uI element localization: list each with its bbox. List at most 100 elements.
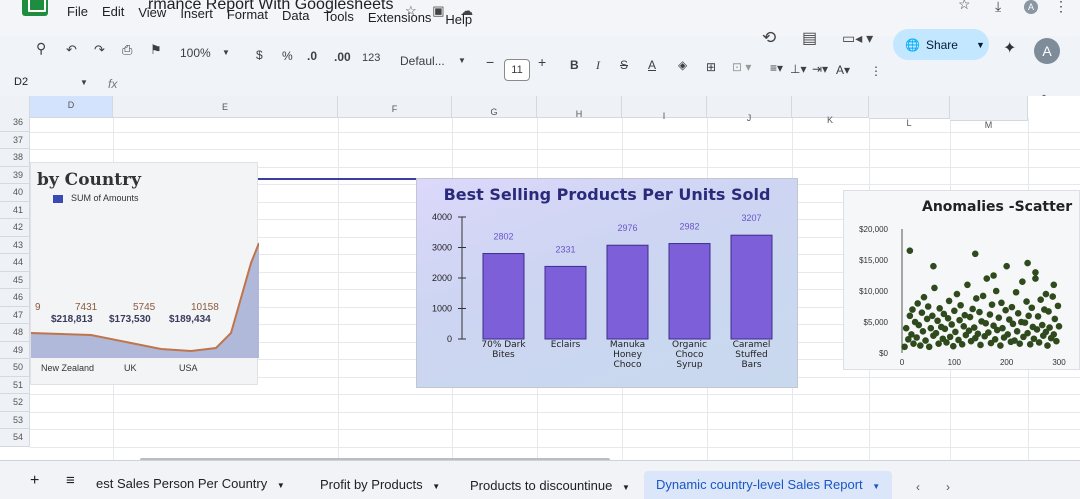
row-header-38[interactable]: 38 <box>0 149 30 167</box>
share-button[interactable]: 🌐 Share ▼ <box>893 29 989 60</box>
menu-data[interactable]: Data <box>275 8 316 23</box>
row-header-54[interactable]: 54 <box>0 429 30 447</box>
account-avatar[interactable]: A <box>1034 38 1060 64</box>
country-count-label: 9 <box>35 302 41 313</box>
menu-help[interactable]: Help <box>438 12 479 27</box>
menu-edit[interactable]: Edit <box>95 4 131 19</box>
font-size-increase-button[interactable]: + <box>538 54 546 70</box>
row-header-47[interactable]: 47 <box>0 306 30 324</box>
menu-format[interactable]: Format <box>220 7 275 22</box>
row-header-39[interactable]: 39 <box>0 166 30 184</box>
column-header-G[interactable]: G <box>452 96 537 118</box>
font-select[interactable]: Defaul... <box>400 54 445 68</box>
column-header-E[interactable]: E <box>113 96 338 118</box>
star-icon[interactable]: ☆ <box>958 0 971 13</box>
tab-caret-icon[interactable]: ▼ <box>622 483 630 492</box>
column-header-D[interactable]: D <box>30 96 113 118</box>
column-header-J[interactable]: J <box>707 96 792 123</box>
gemini-sparkle-icon[interactable]: ✦ <box>1003 38 1016 58</box>
decrease-decimal-button[interactable]: .0 <box>307 49 317 63</box>
zoom-caret-icon[interactable]: ▼ <box>222 48 230 57</box>
anomalies-scatter-chart[interactable]: Anomalies -Scatter $0 $5,000 $10,000 $15,00… <box>843 190 1080 370</box>
bold-button[interactable]: B <box>570 58 579 72</box>
column-header-K[interactable]: K <box>792 96 869 125</box>
row-header-46[interactable]: 46 <box>0 289 30 307</box>
menu-tools[interactable]: Tools <box>316 9 360 24</box>
download-icon[interactable]: ⤓ <box>995 0 1001 15</box>
tab-products-to-discontinue[interactable]: Products to discountinue ▼ <box>470 478 630 493</box>
more-formats-button[interactable]: 123 <box>362 52 380 64</box>
tab-caret-icon[interactable]: ▼ <box>432 482 440 491</box>
more-vert-icon[interactable]: ⋮ <box>1054 0 1068 15</box>
increase-decimal-button[interactable]: .00 <box>334 50 351 64</box>
best-selling-chart[interactable]: Best Selling Products Per Units Sold 0 10… <box>416 178 798 388</box>
spreadsheet-grid[interactable]: D E F G H I J K L M 36 37 38 39 40 41 42 43 44 45 46 47 48 49 50… <box>0 96 1080 460</box>
zoom-select[interactable]: 100% <box>180 46 211 60</box>
column-header-H[interactable]: H <box>537 96 622 119</box>
row-header-50[interactable]: 50 <box>0 359 30 377</box>
redo-icon[interactable]: ↷ <box>94 42 105 58</box>
menu-view[interactable]: View <box>131 5 173 20</box>
row-header-51[interactable]: 51 <box>0 376 30 394</box>
text-color-button[interactable]: A <box>648 58 656 72</box>
row-header-40[interactable]: 40 <box>0 184 30 202</box>
menu-bar: File Edit View Insert Format Data Tools … <box>60 4 479 27</box>
row-header-44[interactable]: 44 <box>0 254 30 272</box>
paint-format-icon[interactable]: ⚑ <box>150 42 162 58</box>
scroll-tabs-right-icon[interactable]: › <box>946 480 950 494</box>
row-header-52[interactable]: 52 <box>0 394 30 412</box>
row-header-37[interactable]: 37 <box>0 131 30 149</box>
italic-button[interactable]: I <box>596 58 600 73</box>
scatter-point <box>948 321 956 328</box>
percent-format-button[interactable]: % <box>282 49 293 63</box>
scatter-point <box>995 314 1003 321</box>
top-avatar[interactable]: A <box>1024 0 1038 14</box>
fill-color-icon[interactable]: ◈ <box>678 58 687 72</box>
scatter-point <box>964 281 971 289</box>
row-header-41[interactable]: 41 <box>0 201 30 219</box>
history-icon[interactable]: ⟲ <box>762 28 776 48</box>
share-dropdown-icon[interactable]: ▼ <box>976 40 985 50</box>
currency-format-button[interactable]: $ <box>256 48 263 62</box>
sheets-logo-icon[interactable] <box>22 0 48 16</box>
tab-dynamic-country-level-sales-report[interactable]: Dynamic country-level Sales Report ▼ <box>644 471 893 499</box>
add-sheet-button[interactable]: + <box>30 472 39 490</box>
row-header-42[interactable]: 42 <box>0 219 30 237</box>
tab-sales-person-per-country[interactable]: est Sales Person Per Country ▼ <box>96 476 285 491</box>
row-header-43[interactable]: 43 <box>0 236 30 254</box>
bar <box>730 234 773 340</box>
column-header-F[interactable]: F <box>338 96 452 118</box>
font-caret-icon[interactable]: ▼ <box>458 56 466 65</box>
menu-file[interactable]: File <box>60 4 95 19</box>
tab-profit-by-products[interactable]: Profit by Products ▼ <box>320 477 440 492</box>
column-header-M[interactable]: M <box>950 96 1028 130</box>
tab-caret-icon[interactable]: ▼ <box>277 481 285 490</box>
meet-icon[interactable]: ▭◂ ▾ <box>842 30 873 47</box>
search-menus-icon[interactable]: ⚲ <box>36 40 46 57</box>
all-sheets-button[interactable]: ≡ <box>66 472 75 489</box>
strikethrough-button[interactable]: S <box>620 58 628 72</box>
menu-insert[interactable]: Insert <box>173 6 220 21</box>
name-box-caret-icon[interactable]: ▼ <box>80 78 88 87</box>
column-header-I[interactable]: I <box>622 96 707 121</box>
menu-extensions[interactable]: Extensions <box>361 10 439 25</box>
print-icon[interactable]: ⎙ <box>122 42 132 58</box>
scatter-point <box>910 340 917 347</box>
tab-caret-icon[interactable]: ▼ <box>872 482 880 491</box>
scatter-point <box>969 305 976 313</box>
row-header-45[interactable]: 45 <box>0 271 30 289</box>
row-header-36[interactable]: 36 <box>0 114 30 132</box>
undo-icon[interactable]: ↶ <box>66 42 77 58</box>
column-header-L[interactable]: L <box>869 96 950 128</box>
scatter-point <box>990 272 997 279</box>
name-box[interactable]: D2 <box>14 76 28 88</box>
bar-value-label: 2802 <box>493 232 513 242</box>
font-size-decrease-button[interactable]: − <box>486 54 494 70</box>
row-header-48[interactable]: 48 <box>0 324 30 342</box>
row-header-53[interactable]: 53 <box>0 411 30 429</box>
comment-icon[interactable]: ▤ <box>802 28 817 48</box>
category-label: Eclairs <box>551 340 581 350</box>
country-chart[interactable]: by Country SUM of Amounts 9 7431 5745 10158… <box>30 162 259 385</box>
scroll-tabs-left-icon[interactable]: ‹ <box>916 480 920 494</box>
row-header-49[interactable]: 49 <box>0 341 30 359</box>
